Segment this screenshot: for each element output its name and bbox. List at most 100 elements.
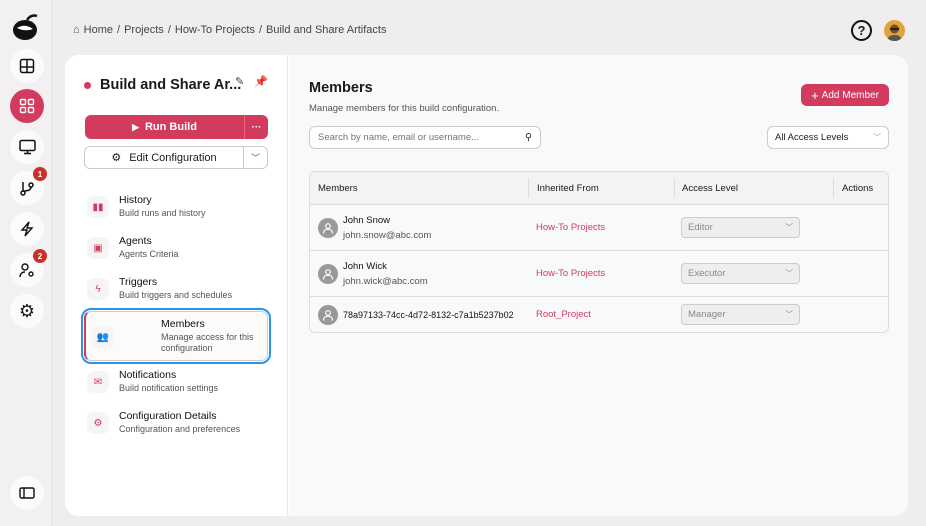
member-email: john.snow@abc.com (343, 229, 432, 241)
access-level-filter[interactable]: All Access Levels ﹀ (767, 126, 889, 149)
gear-icon: ⚙ (111, 152, 122, 164)
filter-value: All Access Levels (775, 132, 849, 143)
layout-icon (19, 58, 35, 74)
home-icon: ⌂ (73, 24, 80, 36)
breadcrumb-projects[interactable]: Projects (124, 24, 164, 36)
run-build-button[interactable]: ▶ Run Build ··· (85, 115, 268, 139)
pin-icon[interactable]: 📌 (254, 75, 268, 88)
nav-item-configuration-details[interactable]: ⚙ Configuration Details Configuration and … (82, 406, 270, 439)
nav-subtitle: Build triggers and schedules (119, 290, 233, 300)
agent-icon: ▣ (87, 237, 109, 259)
sidebar-toggle[interactable] (10, 476, 44, 510)
search-field[interactable]: ⚲ (309, 126, 541, 149)
chevron-down-icon: ﹀ (785, 223, 793, 232)
nav-item-history[interactable]: ▮▮ History Build runs and history (82, 190, 270, 223)
nav-subtitle: Build runs and history (119, 208, 206, 218)
play-icon: ▶ (132, 121, 139, 132)
user-gear-icon (19, 263, 34, 278)
breadcrumb-separator: / (258, 24, 263, 36)
notification-badge: 1 (33, 167, 47, 181)
config-title: Build and Share Ar... (100, 77, 242, 93)
inherited-link[interactable]: Root_Project (528, 309, 674, 320)
chevron-down-icon: ﹀ (873, 133, 881, 142)
help-button[interactable]: ? (851, 20, 872, 41)
search-input[interactable] (318, 132, 498, 143)
inherited-link[interactable]: How-To Projects (528, 222, 674, 233)
lightning-icon (20, 221, 34, 237)
inherited-link[interactable]: How-To Projects (528, 268, 674, 279)
member-name: John Snow (343, 214, 391, 226)
nav-item-agents[interactable]: ▣ Agents Agents Criteria (82, 231, 270, 264)
run-options-button[interactable]: ··· (244, 115, 268, 139)
users-icon: 👥 (92, 326, 114, 348)
app-rail: 1 2 ⚙ (0, 0, 52, 526)
member-name: 78a97133-74cc-4d72-8132-c7a1b5237b02 (343, 309, 514, 320)
nav-subtitle: Manage access for this configuration (161, 332, 254, 353)
edit-configuration-button[interactable]: ⚙ Edit Configuration ﹀ (84, 146, 268, 169)
rail-vcs[interactable]: 1 (10, 167, 47, 205)
lightning-icon: ϟ (87, 278, 109, 300)
status-dot (84, 81, 91, 89)
add-member-label: Add Member (821, 89, 879, 101)
page-title: Members (309, 80, 373, 96)
table-row: John Wick john.wick@abc.com How-To Projec… (310, 250, 888, 296)
nav-title: Triggers (119, 276, 158, 288)
access-level-select[interactable]: Editor ﹀ (681, 217, 800, 238)
nav-title: History (119, 194, 152, 206)
table-row: John Snow john.snow@abc.com How-To Projec… (310, 204, 888, 250)
config-sidebar: Build and Share Ar... ✎ 📌 ▶ Run Build ···… (65, 55, 288, 516)
git-branch-icon (20, 182, 34, 196)
members-table: Members Inherited From Access Level Acti… (309, 171, 889, 333)
breadcrumb-separator: / (167, 24, 171, 36)
chart-icon: ▮▮ (87, 196, 109, 218)
nav-title: Notifications (119, 369, 177, 381)
rail-agents[interactable] (10, 130, 44, 164)
rail-user-settings[interactable]: 2 (10, 249, 47, 287)
nav-item-members[interactable]: 👥 Members Manage access for this configura… (81, 308, 271, 364)
page-subtitle: Manage members for this build configurat… (309, 103, 500, 114)
sidebar-icon (19, 487, 35, 499)
user-avatar-icon (318, 217, 338, 238)
monitor-icon (18, 139, 36, 155)
access-level-select[interactable]: Manager ﹀ (681, 304, 800, 325)
plus-icon: + (811, 87, 819, 103)
add-member-button[interactable]: + Add Member (801, 84, 889, 106)
search-icon: ⚲ (525, 132, 532, 143)
rail-dashboard[interactable] (10, 49, 44, 83)
nav-item-notifications[interactable]: ✉ Notifications Build notification setting… (82, 365, 270, 398)
table-row: 78a97133-74cc-4d72-8132-c7a1b5237b02 Roo… (310, 296, 888, 332)
nav-item-triggers[interactable]: ϟ Triggers Build triggers and schedules (82, 272, 270, 305)
column-header: Inherited From (528, 178, 674, 198)
rail-projects[interactable] (10, 89, 44, 123)
column-header: Actions (833, 178, 888, 198)
table-header: Members Inherited From Access Level Acti… (310, 172, 888, 204)
user-avatar[interactable] (884, 20, 905, 41)
rail-settings[interactable]: ⚙ (10, 294, 44, 328)
access-level-select[interactable]: Executor ﹀ (681, 263, 800, 284)
chevron-down-icon[interactable]: ﹀ (243, 147, 267, 168)
column-header: Members (318, 182, 358, 194)
nav-subtitle: Build notification settings (119, 383, 219, 393)
breadcrumb-home[interactable]: Home (84, 24, 113, 36)
nav-title: Agents (119, 235, 152, 247)
access-level-value: Editor (688, 222, 713, 233)
nav-title: Members (161, 318, 205, 330)
breadcrumb: ⌂ Home / Projects / How-To Projects / Bu… (73, 24, 386, 36)
gear-icon: ⚙ (87, 412, 109, 434)
configuration-card: Build and Share Ar... ✎ 📌 ▶ Run Build ···… (65, 55, 908, 516)
rail-triggers[interactable] (10, 212, 44, 246)
nav-title: Configuration Details (119, 410, 217, 422)
member-name: John Wick (343, 260, 387, 272)
breadcrumb-how-to[interactable]: How-To Projects (175, 24, 255, 36)
access-level-value: Manager (688, 309, 726, 320)
breadcrumb-current: Build and Share Artifacts (266, 24, 387, 36)
member-email: john.wick@abc.com (343, 275, 428, 287)
notification-badge: 2 (33, 249, 47, 263)
user-avatar-icon (318, 304, 338, 325)
gear-icon: ⚙ (18, 300, 36, 321)
user-avatar-icon (318, 263, 338, 284)
run-build-label: Run Build (144, 121, 197, 133)
chevron-down-icon: ﹀ (785, 310, 793, 319)
logo-icon (13, 14, 38, 40)
edit-pencil-icon[interactable]: ✎ (235, 75, 244, 88)
